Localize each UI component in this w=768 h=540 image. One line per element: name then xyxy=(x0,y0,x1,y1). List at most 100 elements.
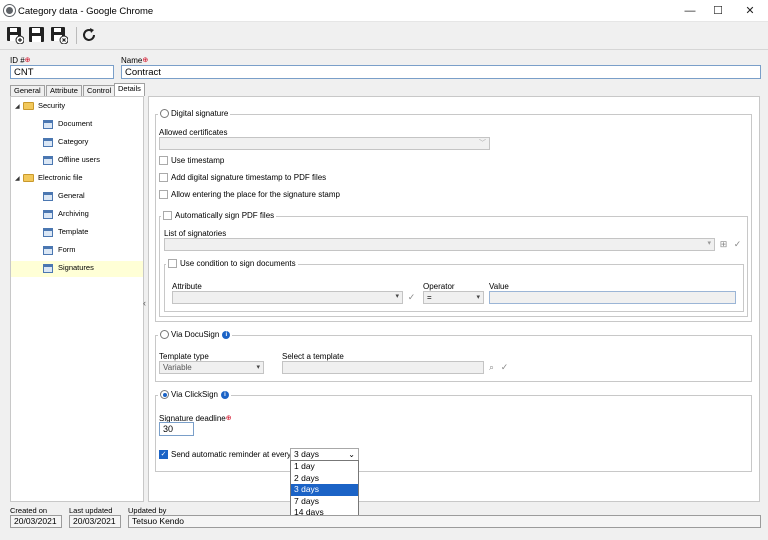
docusign-radio[interactable] xyxy=(160,330,169,340)
select-template-label: Select a template xyxy=(282,352,344,361)
tree-item-offline-users[interactable]: Offline users xyxy=(11,153,143,169)
last-updated-label: Last updated xyxy=(69,506,113,515)
reminder-option-selected[interactable]: 3 days xyxy=(291,484,358,496)
collapse-panel-icon[interactable]: ‹ xyxy=(143,298,146,308)
form-icon xyxy=(43,191,53,201)
tab-general[interactable]: General xyxy=(10,85,45,96)
toolbar-separator xyxy=(76,27,77,44)
save-icon[interactable] xyxy=(28,26,46,44)
updated-by-value: Tetsuo Kendo xyxy=(128,515,761,528)
created-on-value: 20/03/2021 xyxy=(10,515,62,528)
clear-icon[interactable]: ✓ xyxy=(406,292,417,303)
info-icon[interactable]: i xyxy=(222,330,231,339)
tree-item-category[interactable]: Category xyxy=(11,135,143,151)
tree-node-security[interactable]: ◢ Security xyxy=(11,99,143,115)
clear-icon[interactable]: ✓ xyxy=(732,239,743,250)
use-condition-option[interactable]: Use condition to sign documents xyxy=(166,259,298,269)
refresh-icon[interactable] xyxy=(80,26,98,44)
list-signatories-select[interactable]: ▾ xyxy=(164,238,715,251)
attribute-label: Attribute xyxy=(172,282,202,291)
tree-item-document[interactable]: Document xyxy=(11,117,143,133)
operator-select[interactable]: = ▾ xyxy=(423,291,484,304)
created-on-label: Created on xyxy=(10,506,48,515)
details-tree: ◢ Security Document Category Offline user… xyxy=(10,96,144,502)
clicksign-option[interactable]: Via ClickSign i xyxy=(158,390,231,400)
allowed-certificates-label: Allowed certificates xyxy=(159,128,228,137)
auto-sign-checkbox[interactable] xyxy=(163,211,172,221)
send-reminder-checkbox[interactable]: ✓ xyxy=(159,450,168,460)
operator-label: Operator xyxy=(423,282,455,291)
reminder-option[interactable]: 1 day xyxy=(291,461,358,473)
signature-deadline-field[interactable]: 30 xyxy=(159,422,194,436)
minimize-button[interactable]: — xyxy=(676,3,704,19)
send-reminder-option[interactable]: ✓ Send automatic reminder at every xyxy=(159,450,291,460)
use-timestamp-option[interactable]: Use timestamp xyxy=(159,156,224,166)
template-type-label: Template type xyxy=(159,352,209,361)
chevron-down-icon: ▾ xyxy=(256,364,260,371)
template-type-select[interactable]: Variable ▾ xyxy=(159,361,264,374)
save-close-icon[interactable] xyxy=(50,26,68,44)
docusign-group xyxy=(155,335,752,382)
auto-sign-option[interactable]: Automatically sign PDF files xyxy=(161,211,277,221)
form-icon xyxy=(43,155,53,165)
collapse-icon[interactable]: ◢ xyxy=(15,100,23,114)
tree-item-general[interactable]: General xyxy=(11,189,143,205)
window-title: Category data - Google Chrome xyxy=(18,6,154,17)
list-signatories-label: List of signatories xyxy=(164,229,227,238)
docusign-option[interactable]: Via DocuSign i xyxy=(158,330,233,340)
chevron-down-icon: ▾ xyxy=(707,240,711,247)
allowed-certificates-select[interactable]: ﹀ xyxy=(159,137,490,150)
status-bar: Created on 20/03/2021 Last updated 20/03… xyxy=(0,503,768,540)
chevron-down-icon: ▾ xyxy=(395,293,399,300)
form-icon xyxy=(43,227,53,237)
form-icon xyxy=(43,263,53,273)
clicksign-group xyxy=(155,395,752,472)
tab-attribute[interactable]: Attribute xyxy=(46,85,82,96)
add-timestamp-option[interactable]: Add digital signature timestamp to PDF f… xyxy=(159,173,326,183)
folder-icon xyxy=(23,174,34,183)
updated-by-label: Updated by xyxy=(128,506,167,515)
select-template-field[interactable] xyxy=(282,361,484,374)
name-field[interactable]: Contract xyxy=(121,65,761,79)
binoculars-icon[interactable]: ⊞ xyxy=(718,239,729,250)
info-icon[interactable]: i xyxy=(220,390,229,399)
chevron-down-icon: ﹀ xyxy=(479,140,486,147)
tab-control[interactable]: Control xyxy=(83,85,116,96)
clicksign-radio[interactable] xyxy=(160,390,169,400)
use-condition-checkbox[interactable] xyxy=(168,259,177,269)
title-bar: Category data - Google Chrome — ☐ ✕ xyxy=(0,0,768,22)
value-field[interactable] xyxy=(489,291,736,304)
form-icon xyxy=(43,209,53,219)
attribute-select[interactable]: ▾ xyxy=(172,291,403,304)
save-new-icon[interactable] xyxy=(6,26,24,44)
clear-icon[interactable]: ✓ xyxy=(499,362,510,373)
form-icon xyxy=(43,245,53,255)
chevron-down-icon: ⌄ xyxy=(348,450,355,459)
tab-details[interactable]: Details xyxy=(114,83,145,96)
add-timestamp-checkbox[interactable] xyxy=(159,173,168,183)
close-window-button[interactable]: ✕ xyxy=(736,3,764,19)
allow-place-option[interactable]: Allow entering the place for the signatu… xyxy=(159,190,340,200)
form-icon xyxy=(43,137,53,147)
digital-signature-option[interactable]: Digital signature xyxy=(158,109,231,119)
tree-node-electronic-file[interactable]: ◢ Electronic file xyxy=(11,171,143,187)
chrome-icon xyxy=(4,5,15,16)
last-updated-value: 20/03/2021 xyxy=(69,515,121,528)
name-label: Name⊕ xyxy=(121,56,149,65)
id-label: ID #⊕ xyxy=(10,56,31,65)
tree-item-template[interactable]: Template xyxy=(11,225,143,241)
id-field[interactable]: CNT xyxy=(10,65,114,79)
use-timestamp-checkbox[interactable] xyxy=(159,156,168,166)
reminder-option[interactable]: 2 days xyxy=(291,473,358,485)
tree-item-archiving[interactable]: Archiving xyxy=(11,207,143,223)
tree-item-form[interactable]: Form xyxy=(11,243,143,259)
toolbar xyxy=(0,22,768,50)
maximize-button[interactable]: ☐ xyxy=(704,3,732,19)
allow-place-checkbox[interactable] xyxy=(159,190,168,200)
collapse-icon[interactable]: ◢ xyxy=(15,172,23,186)
digital-signature-radio[interactable] xyxy=(160,109,169,119)
form-icon xyxy=(43,119,53,129)
search-icon[interactable]: ⌕ xyxy=(486,362,497,373)
folder-icon xyxy=(23,102,34,111)
tree-item-signatures[interactable]: Signatures xyxy=(11,261,143,277)
